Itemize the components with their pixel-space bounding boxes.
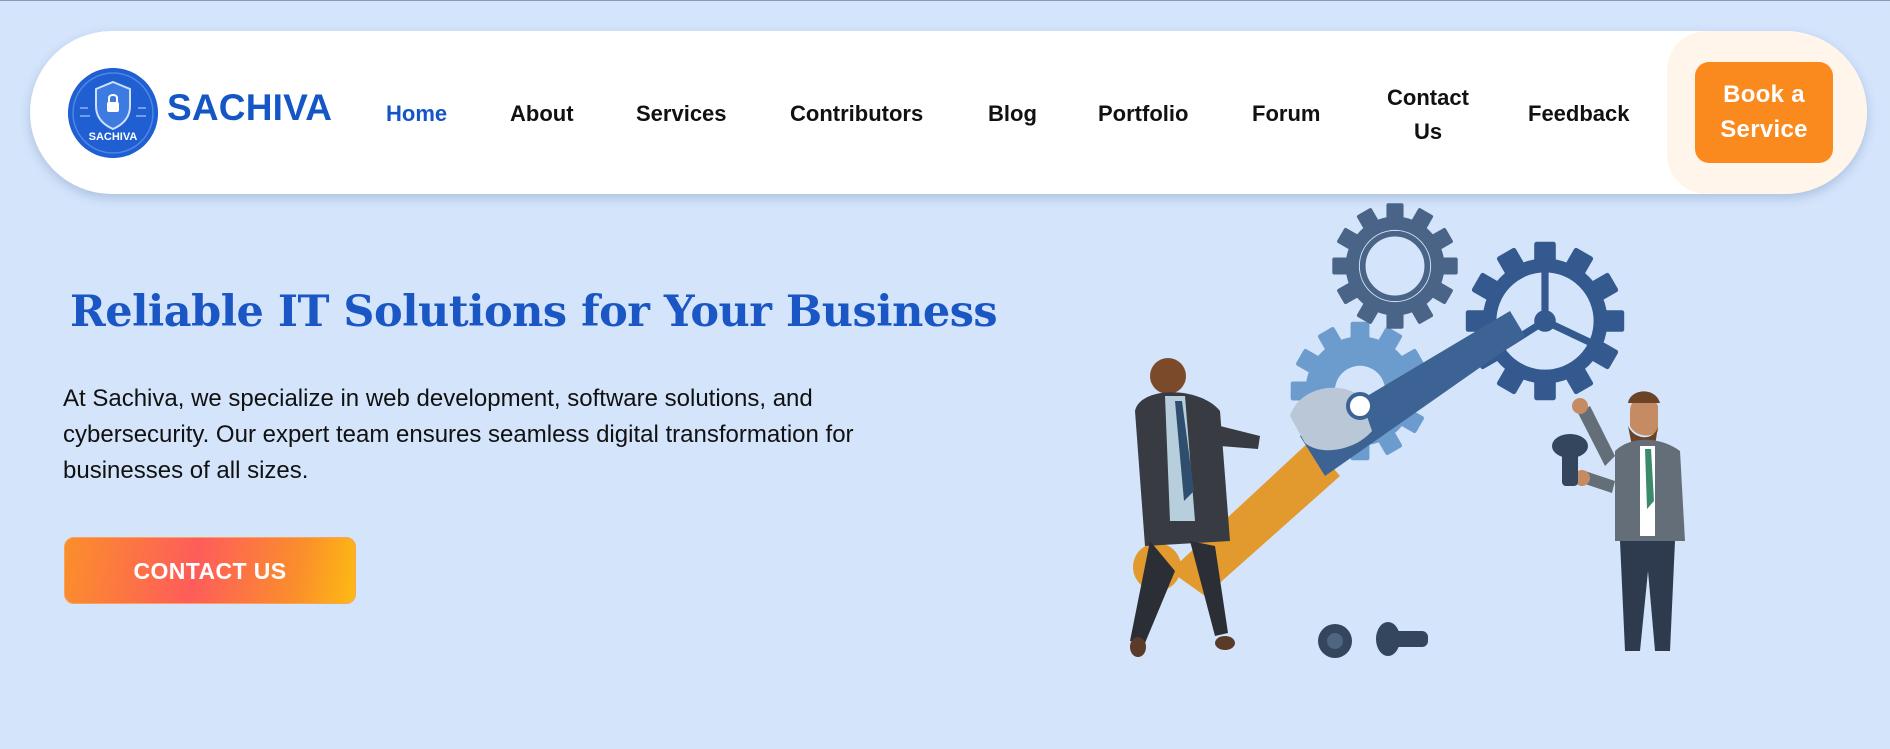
book-service-line2: Service xyxy=(1720,116,1808,143)
book-service-line1: Book a xyxy=(1723,81,1805,108)
hero-description-line: At Sachiva, we specialize in web develop… xyxy=(63,385,813,412)
nav-home[interactable]: Home xyxy=(386,101,447,127)
shield-logo-icon[interactable]: SACHIVA xyxy=(68,68,158,158)
nav-services[interactable]: Services xyxy=(636,101,727,127)
nav-blog[interactable]: Blog xyxy=(988,101,1037,127)
book-service-container: Book a Service xyxy=(1667,31,1867,194)
hero-description-line: businesses of all sizes. xyxy=(63,457,309,484)
nav-feedback[interactable]: Feedback xyxy=(1528,101,1630,127)
brand-name[interactable]: SACHIVA xyxy=(167,87,332,129)
gear-right-icon xyxy=(1465,241,1625,401)
nav-contact-us[interactable]: Contact Us xyxy=(1378,81,1478,149)
screw-icon xyxy=(1318,434,1588,658)
navbar: SACHIVA SACHIVA Home About Services Cont… xyxy=(30,31,1867,194)
nav-forum[interactable]: Forum xyxy=(1252,101,1320,127)
nav-about[interactable]: About xyxy=(510,101,574,127)
hero-description: At Sachiva, we specialize in web develop… xyxy=(63,381,883,489)
hero-description-line: cybersecurity. Our expert team ensures s… xyxy=(63,421,854,448)
gear-top-icon xyxy=(1332,203,1458,329)
nav-portfolio[interactable]: Portfolio xyxy=(1098,101,1188,127)
contact-us-button[interactable]: CONTACT US xyxy=(64,537,356,604)
nav-contact-line2: Us xyxy=(1413,119,1443,144)
book-service-button[interactable]: Book a Service xyxy=(1695,62,1833,163)
hero-title: Reliable IT Solutions for Your Business xyxy=(70,287,998,337)
nav-contact-line1: Contact xyxy=(1387,85,1469,110)
right-person-illustration xyxy=(1572,391,1685,651)
logo-text: SACHIVA xyxy=(89,131,138,143)
nav-contributors[interactable]: Contributors xyxy=(790,101,923,127)
it-solutions-illustration xyxy=(1130,203,1685,658)
